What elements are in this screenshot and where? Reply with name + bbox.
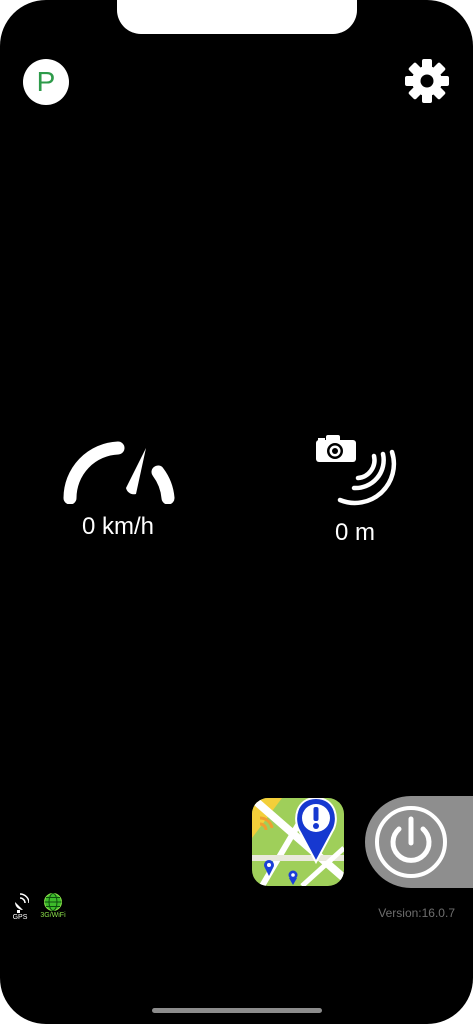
parking-button[interactable]: P [23,59,69,105]
camera-distance-readout: 0 m [334,519,375,546]
device-notch [117,0,357,34]
map-report-icon[interactable] [252,798,344,886]
version-label: Version:16.0.7 [378,906,455,920]
gps-status: GPS [5,892,35,921]
parking-badge-label: P [36,66,56,97]
power-button[interactable] [365,796,473,888]
network-status: 3G/WiFi [38,892,68,919]
speed-readout: 0 km/h [81,513,155,540]
power-icon [375,806,447,878]
home-indicator[interactable] [152,1008,322,1013]
speedometer-icon [63,441,175,504]
globe-icon [44,893,62,911]
network-label: 3G/WiFi [40,912,66,919]
speed-camera-icon [316,435,397,506]
app-screen: P 0 km/h 0 m GPS 3G/WiFi Version:16.0.7 [0,0,473,1024]
gps-label: GPS [12,914,28,921]
gear-icon[interactable] [402,56,452,106]
satellite-icon [15,893,29,913]
